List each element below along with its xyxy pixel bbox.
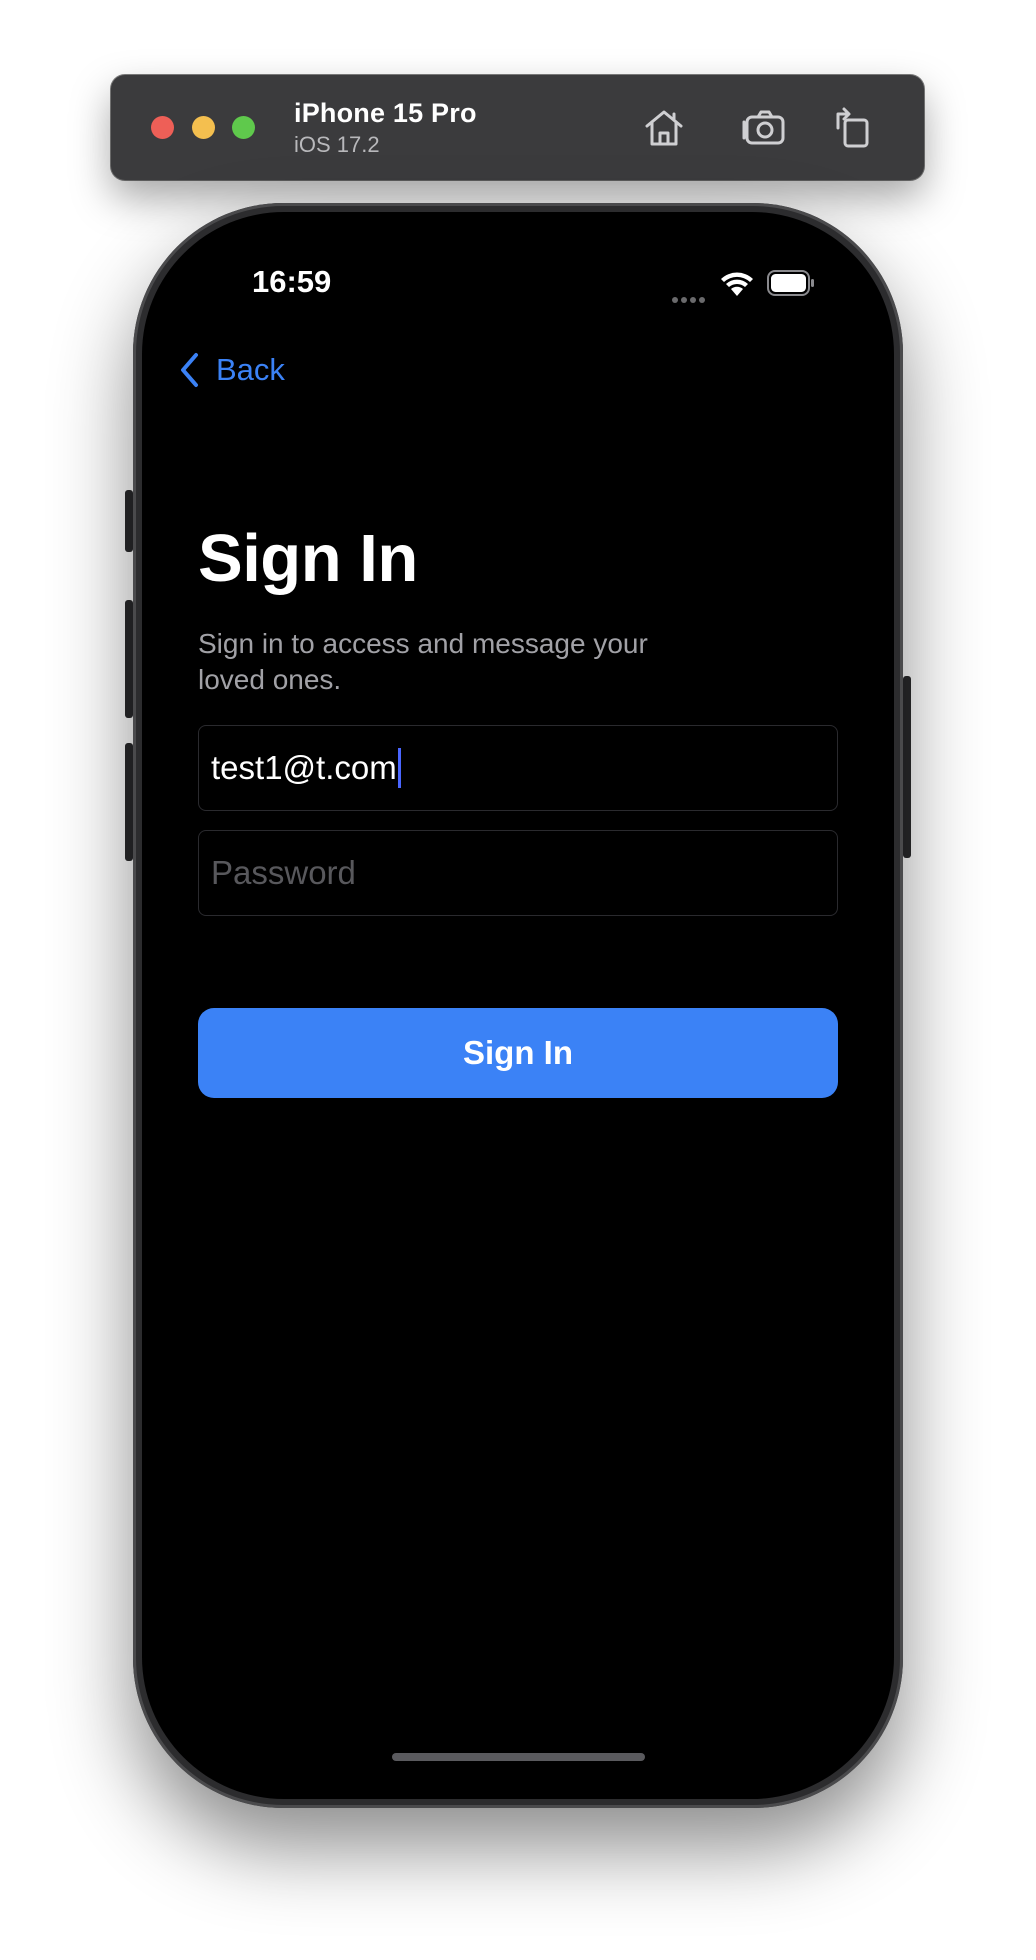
- phone-screen: 16:59 Back Sign In Sign in to access and…: [142, 212, 894, 1799]
- zoom-window-button[interactable]: [232, 116, 255, 139]
- chevron-left-icon: [181, 353, 198, 387]
- page-subtitle: Sign in to access and message your loved…: [198, 628, 648, 695]
- page-title: Sign In: [198, 521, 418, 596]
- email-field-value: test1@t.com: [211, 749, 397, 786]
- back-label: Back: [216, 352, 285, 387]
- screenshot-icon[interactable]: [741, 104, 789, 152]
- email-field-value-wrap: test1@t.com: [211, 726, 401, 810]
- wifi-icon: [720, 270, 754, 298]
- cellular-signal-icon: [672, 290, 708, 303]
- simulator-toolbar: iPhone 15 Pro iOS 17.2: [111, 75, 924, 180]
- text-caret: [397, 748, 401, 789]
- battery-icon: [767, 270, 815, 296]
- close-window-button[interactable]: [151, 116, 174, 139]
- sign-in-button[interactable]: Sign In: [198, 1008, 838, 1098]
- rotate-icon[interactable]: [828, 104, 876, 152]
- home-icon[interactable]: [640, 104, 688, 152]
- volume-down-button: [125, 743, 133, 861]
- password-placeholder: Password: [211, 854, 356, 891]
- action-button: [125, 490, 133, 552]
- status-time: 16:59: [252, 264, 332, 299]
- password-field[interactable]: Password: [198, 830, 838, 916]
- email-field[interactable]: test1@t.com: [198, 725, 838, 811]
- os-version: iOS 17.2: [294, 132, 380, 157]
- home-indicator[interactable]: [392, 1753, 645, 1761]
- power-button: [903, 676, 911, 858]
- device-name: iPhone 15 Pro: [294, 98, 477, 128]
- page: iPhone 15 Pro iOS 17.2 16:59 Back Sign I…: [0, 0, 1036, 1960]
- minimize-window-button[interactable]: [192, 116, 215, 139]
- volume-up-button: [125, 600, 133, 718]
- back-button[interactable]: Back: [178, 348, 285, 392]
